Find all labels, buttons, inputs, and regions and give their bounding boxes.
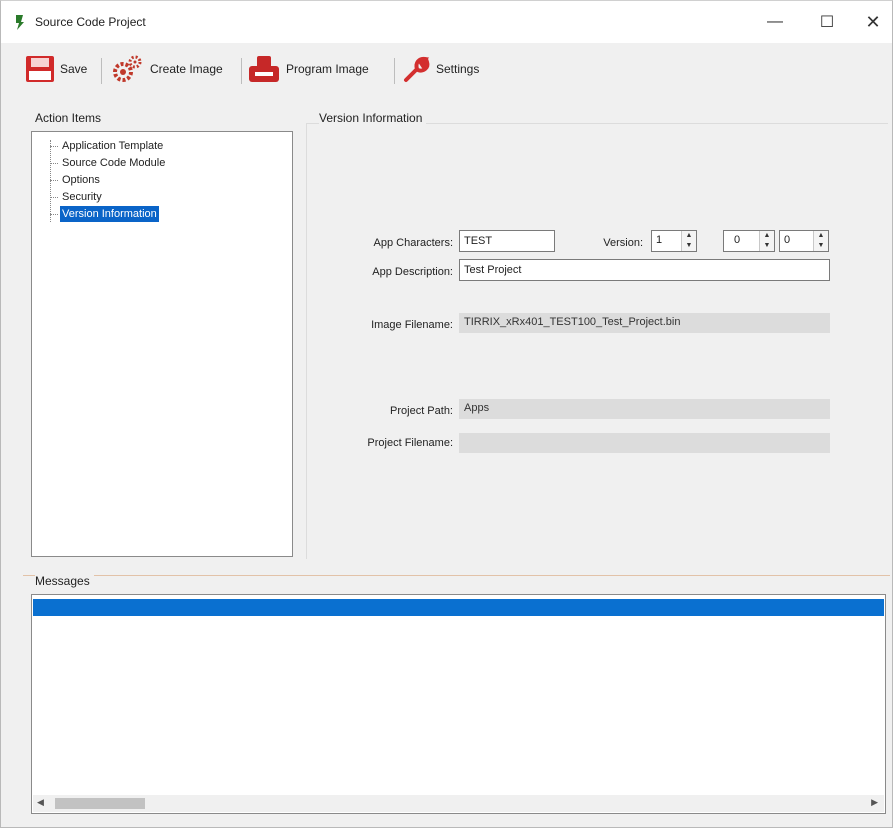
stepper-down-icon[interactable]: ▼ [682, 241, 696, 251]
tree-connector-line [50, 140, 51, 222]
app-description-input[interactable] [459, 259, 830, 281]
messages-list[interactable]: ◀ ▶ [31, 594, 886, 814]
version-information-panel [306, 123, 888, 559]
settings-button[interactable]: Settings [403, 54, 479, 84]
version-patch-stepper[interactable]: 0 ▲ ▼ [779, 230, 829, 252]
action-items-tree: Application Template Source Code Module … [31, 131, 293, 557]
tree-branch-tick [50, 163, 58, 164]
gears-icon [113, 55, 142, 82]
program-image-label: Program Image [286, 62, 369, 76]
app-characters-input[interactable] [459, 230, 555, 252]
scroll-left-icon[interactable]: ◀ [37, 797, 44, 808]
messages-divider [23, 575, 890, 576]
title-bar: Source Code Project — ☐ ✕ [1, 1, 892, 43]
maximize-button[interactable]: ☐ [805, 7, 849, 37]
project-filename-value [459, 433, 830, 453]
tree-item-application-template[interactable]: Application Template [60, 138, 165, 154]
version-label: Version: [603, 237, 643, 249]
version-information-label: Version Information [319, 111, 427, 125]
close-button[interactable]: ✕ [851, 7, 893, 37]
stepper-up-icon[interactable]: ▲ [814, 231, 828, 241]
app-characters-label: App Characters: [373, 237, 453, 249]
program-image-button[interactable]: Program Image [247, 54, 369, 84]
toolbar: Save Create Image Program Image Settings [1, 45, 892, 93]
save-button[interactable]: Save [25, 54, 87, 84]
project-filename-label: Project Filename: [367, 437, 453, 449]
tree-item-version-information[interactable]: Version Information [60, 206, 159, 222]
version-major-stepper[interactable]: 1 ▲ ▼ [651, 230, 697, 252]
version-minor-stepper[interactable]: 0 ▲ ▼ [723, 230, 775, 252]
toolbar-separator [101, 58, 102, 84]
version-patch-value: 0 [784, 234, 791, 246]
image-filename-value: TIRRIX_xRx401_TEST100_Test_Project.bin [459, 313, 830, 333]
window-title: Source Code Project [35, 15, 146, 29]
version-minor-value: 0 [734, 234, 741, 246]
tree-item-options[interactable]: Options [60, 172, 102, 188]
create-image-label: Create Image [150, 62, 223, 76]
tree-item-security[interactable]: Security [60, 189, 104, 205]
settings-label: Settings [436, 62, 480, 76]
project-path-label: Project Path: [390, 405, 453, 417]
app-window: Source Code Project — ☐ ✕ Save Create Im… [0, 0, 893, 828]
stepper-up-icon[interactable]: ▲ [682, 231, 696, 241]
scroll-right-icon[interactable]: ▶ [871, 797, 878, 808]
stepper-down-icon[interactable]: ▼ [814, 241, 828, 251]
stepper-arrows[interactable]: ▲ ▼ [681, 231, 696, 251]
messages-label: Messages [35, 574, 94, 588]
image-filename-label: Image Filename: [371, 319, 453, 331]
tree-branch-tick [50, 197, 58, 198]
project-path-value: Apps [459, 399, 830, 419]
app-icon [16, 15, 24, 30]
save-label: Save [60, 62, 88, 76]
app-description-label: App Description: [372, 266, 453, 278]
tree-item-source-code-module[interactable]: Source Code Module [60, 155, 167, 171]
stepper-down-icon[interactable]: ▼ [760, 241, 774, 251]
scrollbar-thumb[interactable] [55, 798, 145, 809]
tree-branch-tick [50, 180, 58, 181]
programmer-icon [249, 56, 279, 82]
action-items-label: Action Items [35, 111, 106, 125]
toolbar-separator [241, 58, 242, 84]
horizontal-scrollbar[interactable]: ◀ ▶ [33, 795, 884, 812]
toolbar-separator [394, 58, 395, 84]
minimize-button[interactable]: — [753, 7, 797, 37]
version-major-value: 1 [656, 234, 663, 246]
tree-branch-tick [50, 146, 58, 147]
floppy-disk-icon [26, 56, 54, 82]
message-row-selected[interactable] [33, 599, 884, 616]
stepper-arrows[interactable]: ▲ ▼ [813, 231, 828, 251]
wrench-icon [404, 56, 430, 82]
tree-branch-tick [50, 214, 58, 215]
stepper-up-icon[interactable]: ▲ [760, 231, 774, 241]
stepper-arrows[interactable]: ▲ ▼ [759, 231, 774, 251]
create-image-button[interactable]: Create Image [111, 54, 223, 84]
